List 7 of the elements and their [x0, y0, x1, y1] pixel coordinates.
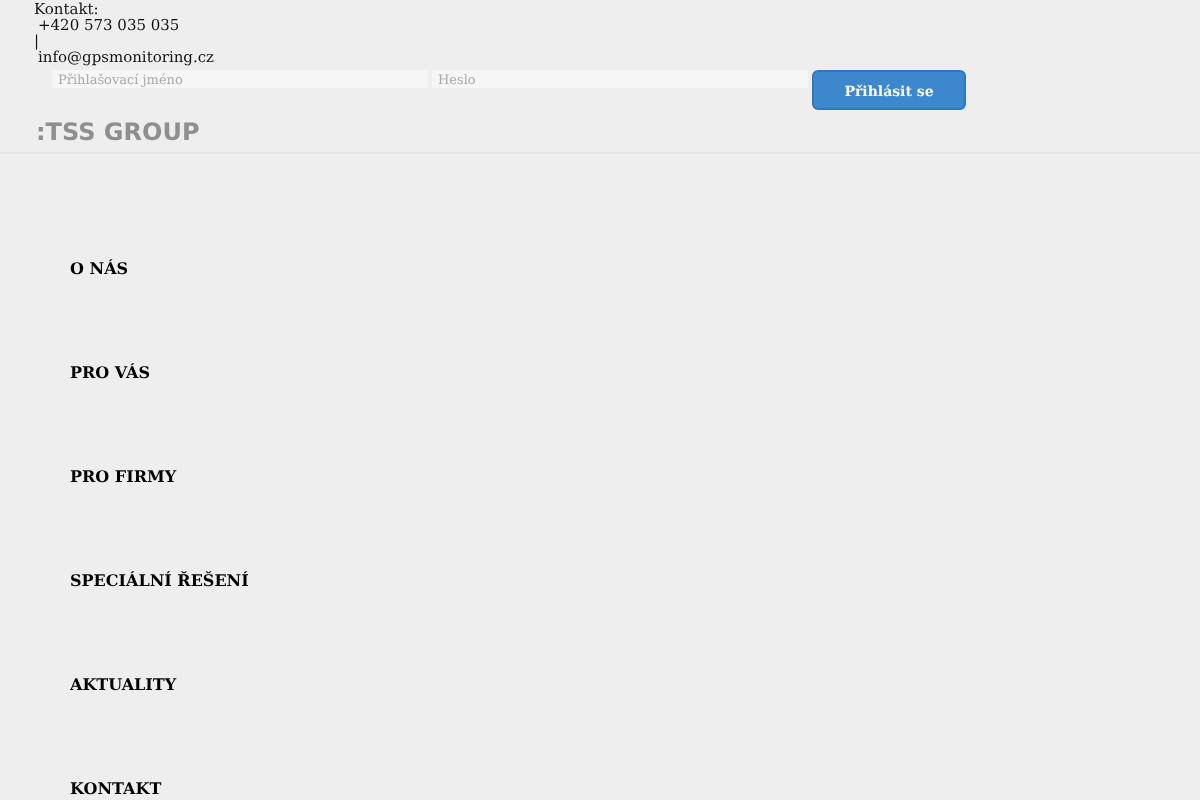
menu-item[interactable]: PRO VÁS: [70, 362, 150, 384]
menu-item[interactable]: KONTAKT: [70, 778, 162, 800]
menu-item[interactable]: O NÁS: [70, 258, 129, 280]
menu-item[interactable]: PRO FIRMY: [70, 466, 177, 488]
menu-item[interactable]: SPECIÁLNÍ ŘEŠENÍ: [70, 570, 249, 592]
menu-item[interactable]: AKTUALITY: [70, 674, 177, 696]
logo: :TSS GROUP: [36, 120, 202, 146]
